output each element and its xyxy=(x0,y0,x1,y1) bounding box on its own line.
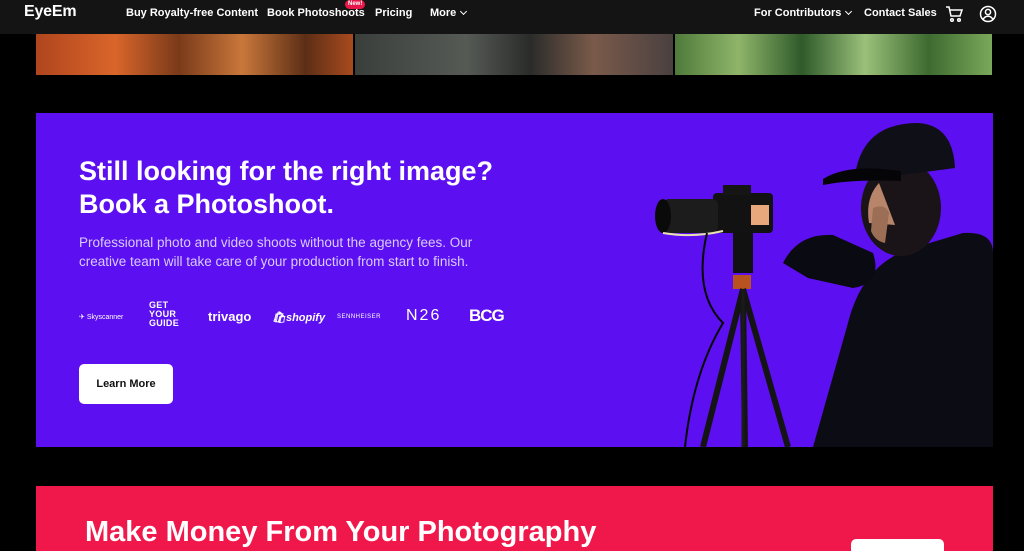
make-money-cta-button[interactable] xyxy=(851,539,944,551)
new-badge: New! xyxy=(345,0,366,9)
nav-book-photoshoots[interactable]: Book Photoshoots New! xyxy=(267,0,366,19)
chevron-down-icon xyxy=(845,7,853,16)
photo-tile[interactable] xyxy=(355,34,673,75)
skyscanner-logo-text: Skyscanner xyxy=(86,314,124,321)
make-money-banner: Make Money From Your Photography xyxy=(36,486,993,551)
nav-pricing[interactable]: Pricing xyxy=(375,7,412,19)
make-money-headline: Make Money From Your Photography xyxy=(85,516,597,548)
nav-buy-content[interactable]: Buy Royalty-free Content xyxy=(126,7,258,19)
skyscanner-logo: ✈ Skyscanner xyxy=(79,314,124,321)
headline-line-2: Book a Photoshoot. xyxy=(79,189,334,219)
photographer-image xyxy=(655,123,993,447)
logo[interactable]: EyeEm xyxy=(24,3,77,21)
bcg-logo: BCG xyxy=(469,306,505,325)
sennheiser-logo: SENNHEISER xyxy=(337,314,382,320)
photo-tile[interactable] xyxy=(36,34,354,75)
top-nav: EyeEm Buy Royalty-free Content Book Phot… xyxy=(0,0,1024,34)
banner-headline: Still looking for the right image? Book … xyxy=(79,155,549,221)
nav-for-contributors[interactable]: For Contributors xyxy=(754,7,853,19)
learn-more-button[interactable]: Learn More xyxy=(79,364,173,404)
n26-logo: N26 xyxy=(406,307,442,324)
headline-line-1: Still looking for the right image? xyxy=(79,156,494,186)
trivago-logo: trivago xyxy=(208,309,252,324)
getyourguide-logo: GET YOUR GUIDE xyxy=(149,300,180,328)
user-circle-icon[interactable] xyxy=(979,5,997,23)
nav-more[interactable]: More xyxy=(430,7,468,19)
chevron-down-icon xyxy=(460,7,468,16)
photoshoot-banner: Still looking for the right image? Book … xyxy=(36,113,993,447)
photo-tile[interactable] xyxy=(674,34,992,75)
cart-icon[interactable] xyxy=(945,5,964,23)
photo-strip xyxy=(36,34,992,75)
nav-for-contributors-label: For Contributors xyxy=(754,7,842,19)
nav-more-label: More xyxy=(430,7,457,19)
banner-description: Professional photo and video shoots with… xyxy=(79,235,473,269)
shopify-logo-text: shopify xyxy=(285,312,326,324)
shopify-logo: 🛍shopify xyxy=(272,312,326,324)
nav-contact-sales[interactable]: Contact Sales xyxy=(864,7,937,19)
